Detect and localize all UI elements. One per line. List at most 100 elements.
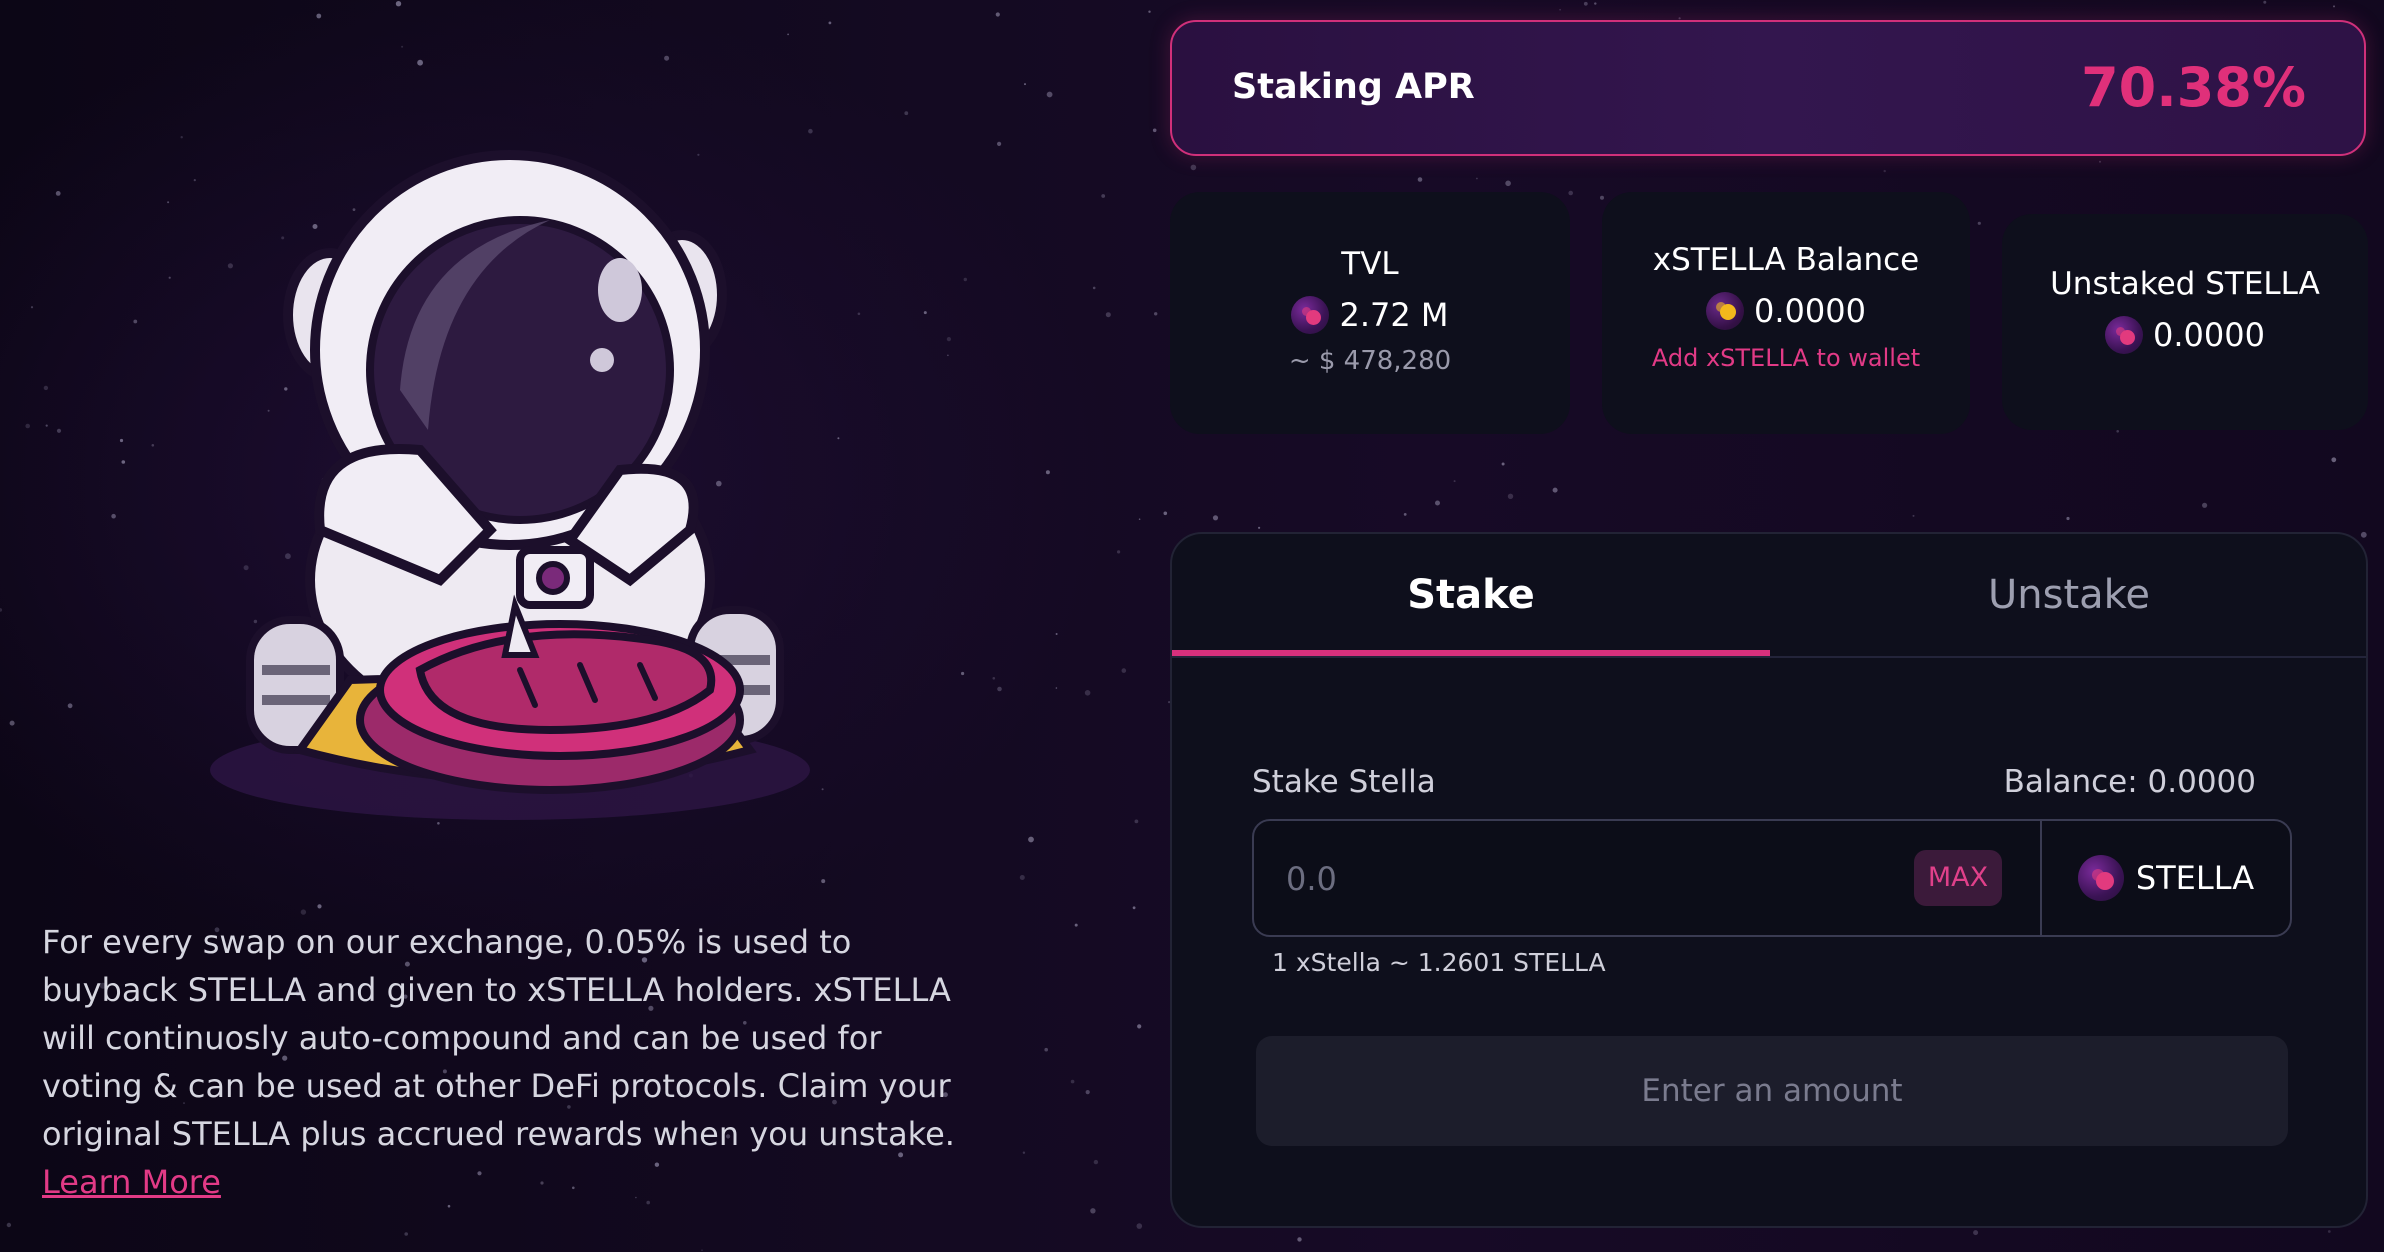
star [1138,518,1141,520]
star [2327,1230,2331,1233]
star [121,460,126,464]
star [1044,1047,1048,1052]
star [1883,169,1886,173]
star [67,703,73,709]
star [1163,511,1168,516]
star [1093,1159,1099,1165]
add-xstella-to-wallet-link[interactable]: Add xSTELLA to wallet [1602,344,1970,372]
stake-field-label: Stake Stella [1252,764,1436,800]
star [992,677,996,680]
star [1594,2,1597,5]
star [1973,1230,1979,1236]
star [1092,286,1096,290]
star [923,311,927,315]
star [1024,83,1026,86]
star [1453,480,1456,483]
stake-amount-input[interactable] [1284,821,1888,937]
star [995,12,1000,17]
xstella-balance-card: xSTELLA Balance 0.0000 Add xSTELLA to wa… [1602,192,1970,434]
stella-token-icon [2077,855,2124,901]
enter-amount-button[interactable]: Enter an amount [1256,1036,2288,1146]
star [2116,430,2119,433]
exchange-rate: 1 xStella ~ 1.2601 STELLA [1272,948,1606,977]
star [1977,221,1981,225]
star [1600,195,1604,200]
star [947,354,949,357]
star [787,33,789,36]
star [1084,690,1091,696]
star [1258,526,1261,529]
star [317,904,322,909]
unstaked-stella-amount: 0.0000 [2153,316,2265,354]
staking-apr-label: Staking APR [1232,67,1475,107]
star [300,909,307,915]
star [1022,1151,1026,1154]
star [395,1,402,7]
unstaked-stella-card: Unstaked STELLA 0.0000 [2002,214,2368,430]
star [133,319,138,324]
xstella-balance-amount: 0.0000 [1754,292,1866,330]
star [1019,875,1025,880]
star [167,201,170,204]
staking-apr-card: Staking APR 70.38% [1170,20,2366,156]
star [701,1249,703,1251]
star [1105,312,1111,318]
star [1028,836,1034,843]
star [1417,177,1423,182]
balance-label: Balance: 0.0000 [2003,764,2256,800]
star [30,306,34,309]
token-selector[interactable]: STELLA [2042,821,2290,935]
star [1505,180,1511,187]
star [401,45,404,48]
star [1101,194,1106,198]
star [1552,487,1558,493]
tvl-usd-value: ~ $ 478,280 [1288,346,1452,376]
star [45,424,48,427]
star [1055,633,1058,635]
stella-token-icon [1291,296,1330,334]
xstella-balance-title: xSTELLA Balance [1652,242,1920,278]
stake-panel: Stake Unstake Stake Stella Balance: 0.00… [1170,532,2368,1228]
star [2066,516,2070,521]
star [2333,5,2335,8]
xstella-balance-row: 0.0000 [1602,292,1970,330]
unstaked-stella-title: Unstaked STELLA [2050,266,2320,302]
token-symbol: STELLA [2135,859,2255,897]
star [1912,514,1915,517]
star [1136,1223,1143,1229]
star [1501,462,1505,466]
star [821,879,826,884]
star [56,428,62,433]
star [1154,312,1158,316]
star [25,423,31,429]
tab-stake[interactable]: Stake [1172,534,1770,654]
star [1403,513,1407,516]
staking-description: For every swap on our exchange, 0.05% is… [42,918,982,1206]
star [168,276,171,279]
star [1148,10,1151,13]
stake-amount-field: MAX STELLA [1252,819,2292,937]
star [946,337,952,342]
stake-tabs: Stake Unstake [1172,534,2366,658]
max-button[interactable]: MAX [1914,850,2002,906]
star [1568,190,1573,196]
star [404,1232,409,1236]
star [1090,1208,1096,1214]
stella-token-icon [2105,316,2144,354]
star [828,21,832,25]
star [1559,8,1561,11]
star [6,1222,12,1228]
star [1137,1024,1142,1029]
tvl-title: TVL [1341,246,1399,282]
tab-unstake[interactable]: Unstake [1770,534,2366,654]
star [1046,91,1053,98]
star [857,312,861,316]
star [119,438,124,443]
learn-more-link[interactable]: Learn More [42,1163,221,1201]
star [1212,515,1219,521]
tvl-amount: 2.72 M [1339,296,1449,334]
star [997,686,1002,692]
star [2331,457,2337,463]
star [55,191,61,196]
star [1152,128,1157,133]
